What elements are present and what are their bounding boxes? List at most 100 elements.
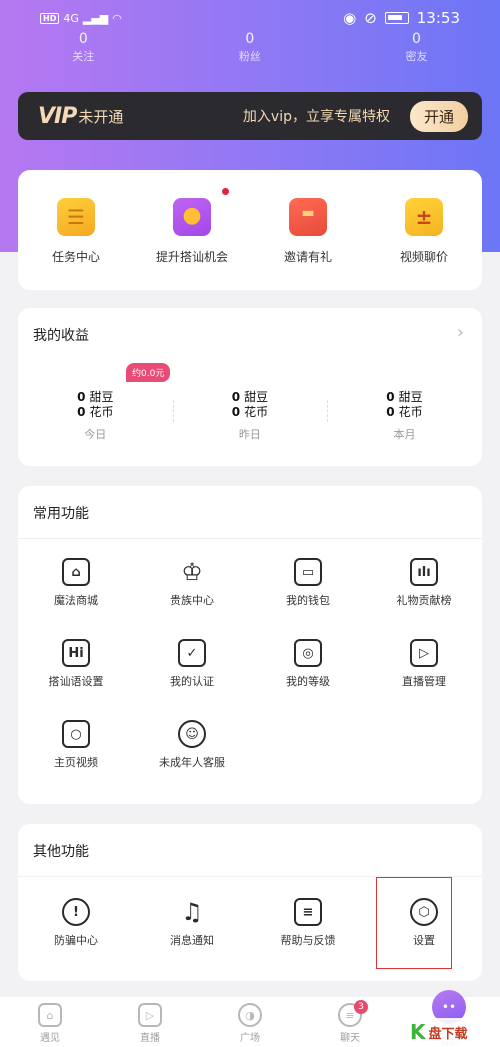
menu-level[interactable]: ◎ 我的等级 (250, 639, 366, 720)
month-coin-unit: 花币 (398, 405, 423, 419)
status-bar: HD 4G ▂▄▆ ◠ ◉ ⊘ 13:53 (40, 8, 460, 28)
stat-close-friends-label: 密友 (405, 50, 428, 63)
tab-plaza-label: 广场 (240, 1033, 260, 1044)
tab-chat[interactable]: ≡ 3 聊天 (300, 997, 400, 1047)
bar-chart-icon: ılı (410, 558, 438, 586)
earnings-title: 我的收益 (33, 328, 89, 344)
watermark-logo-icon: K (410, 1020, 426, 1044)
other-functions-title: 其他功能 (33, 844, 89, 860)
month-candy-value: 0 (386, 390, 395, 404)
earnings-yesterday-label: 昨日 (238, 428, 261, 441)
earnings-estimate-badge: 约0.0元 (126, 363, 171, 382)
customer-service-icon: ☺ (178, 720, 206, 748)
boost-chat-icon (173, 198, 211, 236)
earnings-today-label: 今日 (84, 428, 107, 441)
vip-tagline: 加入vip，立享专属特权 (242, 109, 390, 125)
today-coin-value: 0 (77, 405, 86, 419)
eye-icon: ◉ (343, 9, 357, 27)
menu-wallet-label: 我的钱包 (286, 594, 330, 607)
tab-meet-label: 遇见 (40, 1033, 60, 1044)
invite-gift-icon (285, 196, 327, 236)
wifi-icon: ◠ (112, 11, 122, 25)
menu-greeting-settings-label: 搭讪语设置 (48, 675, 104, 688)
menu-live-management[interactable]: ▷ 直播管理 (366, 639, 482, 720)
quick-invite-gift[interactable]: 邀请有礼 (253, 196, 363, 290)
menu-noble-center-label: 贵族中心 (170, 594, 214, 607)
menu-greeting-settings[interactable]: Hi 搭讪语设置 (18, 639, 134, 720)
earnings-month-label: 本月 (393, 428, 416, 441)
menu-notifications-label: 消息通知 (170, 934, 214, 947)
menu-anti-fraud[interactable]: ! 防骗中心 (18, 898, 134, 979)
menu-minor-support[interactable]: ☺ 未成年人客服 (134, 720, 250, 801)
today-candy-unit: 甜豆 (89, 390, 114, 404)
menu-level-label: 我的等级 (286, 675, 330, 688)
watermark: K 盘下载 (410, 1018, 498, 1046)
common-functions-title: 常用功能 (33, 506, 89, 522)
wallet-icon: ▭ (294, 558, 322, 586)
tab-live[interactable]: ▷ 直播 (100, 997, 200, 1047)
month-coin-value: 0 (386, 405, 395, 419)
yesterday-coin-unit: 花币 (244, 405, 269, 419)
quick-video-price[interactable]: 视频聊价 (369, 198, 479, 290)
tab-plaza[interactable]: ◑ 广场 (200, 997, 300, 1047)
quick-video-price-label: 视频聊价 (399, 250, 448, 264)
status-time: 13:53 (416, 9, 460, 27)
vip-status: 未开通 (78, 107, 124, 126)
settings-highlight-box (376, 877, 452, 969)
quick-boost-chat[interactable]: 提升搭讪机会 (137, 188, 247, 290)
watermark-text: 盘下载 (428, 1026, 468, 1042)
quick-task-center[interactable]: 任务中心 (21, 198, 131, 290)
yesterday-candy-value: 0 (231, 390, 241, 404)
tab-meet[interactable]: ⌂ 遇见 (0, 997, 100, 1047)
menu-homepage-video[interactable]: ○ 主页视频 (18, 720, 134, 801)
menu-wallet[interactable]: ▭ 我的钱包 (250, 558, 366, 639)
crown-icon: ♔ (181, 558, 203, 586)
tab-live-label: 直播 (140, 1033, 160, 1044)
stat-fans[interactable]: 0 粉丝 (167, 30, 334, 66)
month-candy-unit: 甜豆 (398, 390, 423, 404)
menu-gift-ranking-label: 礼物贡献榜 (396, 594, 452, 607)
earnings-today: 0 甜豆 0 花币 今日 (18, 390, 173, 442)
menu-homepage-video-label: 主页视频 (54, 756, 98, 769)
vip-activate-button[interactable]: 开通 (409, 100, 468, 132)
video-icon: ○ (62, 720, 90, 748)
stat-fans-label: 粉丝 (238, 50, 261, 63)
battery-icon (384, 12, 409, 24)
menu-help-feedback[interactable]: ≡ 帮助与反馈 (250, 898, 366, 979)
menu-help-feedback-label: 帮助与反馈 (280, 934, 336, 947)
menu-gift-ranking[interactable]: ılı 礼物贡献榜 (366, 558, 482, 639)
menu-magic-mall[interactable]: ⌂ 魔法商城 (18, 558, 134, 639)
menu-notifications[interactable]: ♫ 消息通知 (134, 898, 250, 979)
quick-actions-card: 任务中心 提升搭讪机会 邀请有礼 视频聊价 (18, 170, 482, 290)
yesterday-candy-unit: 甜豆 (244, 390, 269, 404)
menu-live-management-label: 直播管理 (402, 675, 446, 688)
task-center-icon (57, 198, 99, 236)
menu-anti-fraud-label: 防骗中心 (54, 934, 98, 947)
video-price-icon (405, 198, 443, 236)
common-functions-card: 常用功能 ⌂ 魔法商城 ♔ 贵族中心 ▭ 我的钱包 ılı 礼物贡献榜 Hi 搭… (18, 486, 482, 804)
tab-chat-label: 聊天 (340, 1033, 360, 1044)
level-icon: ◎ (294, 639, 322, 667)
quick-invite-gift-label: 邀请有礼 (283, 250, 332, 264)
signal-icon: ▂▄▆ (82, 11, 109, 25)
chevron-right-icon[interactable]: › (457, 322, 464, 343)
meet-icon: ⌂ (38, 1003, 62, 1027)
menu-verification-label: 我的认证 (170, 675, 214, 688)
earnings-yesterday: 0 甜豆 0 花币 昨日 (172, 390, 328, 442)
earnings-card[interactable]: 我的收益 › 约0.0元 0 甜豆 0 花币 今日 0 甜豆 0 花币 昨日 0 甜豆 0… (18, 308, 482, 466)
menu-verification[interactable]: ✓ 我的认证 (134, 639, 250, 720)
notification-dot (222, 188, 229, 195)
today-candy-value: 0 (77, 390, 86, 404)
yesterday-coin-value: 0 (231, 405, 241, 419)
quick-task-center-label: 任务中心 (51, 250, 100, 264)
vip-banner[interactable]: VIP 未开通 加入vip，立享专属特权 开通 (18, 92, 482, 140)
stat-following-count: 0 (78, 31, 88, 47)
quick-boost-chat-label: 提升搭讪机会 (155, 250, 228, 264)
stat-following[interactable]: 0 关注 (0, 30, 167, 66)
chat-unread-badge: 3 (354, 1000, 368, 1014)
hi-icon: Hi (62, 639, 90, 667)
stat-following-label: 关注 (72, 50, 95, 63)
stat-close-friends[interactable]: 0 密友 (333, 30, 500, 66)
menu-noble-center[interactable]: ♔ 贵族中心 (134, 558, 250, 639)
bell-icon: ♫ (181, 898, 203, 926)
